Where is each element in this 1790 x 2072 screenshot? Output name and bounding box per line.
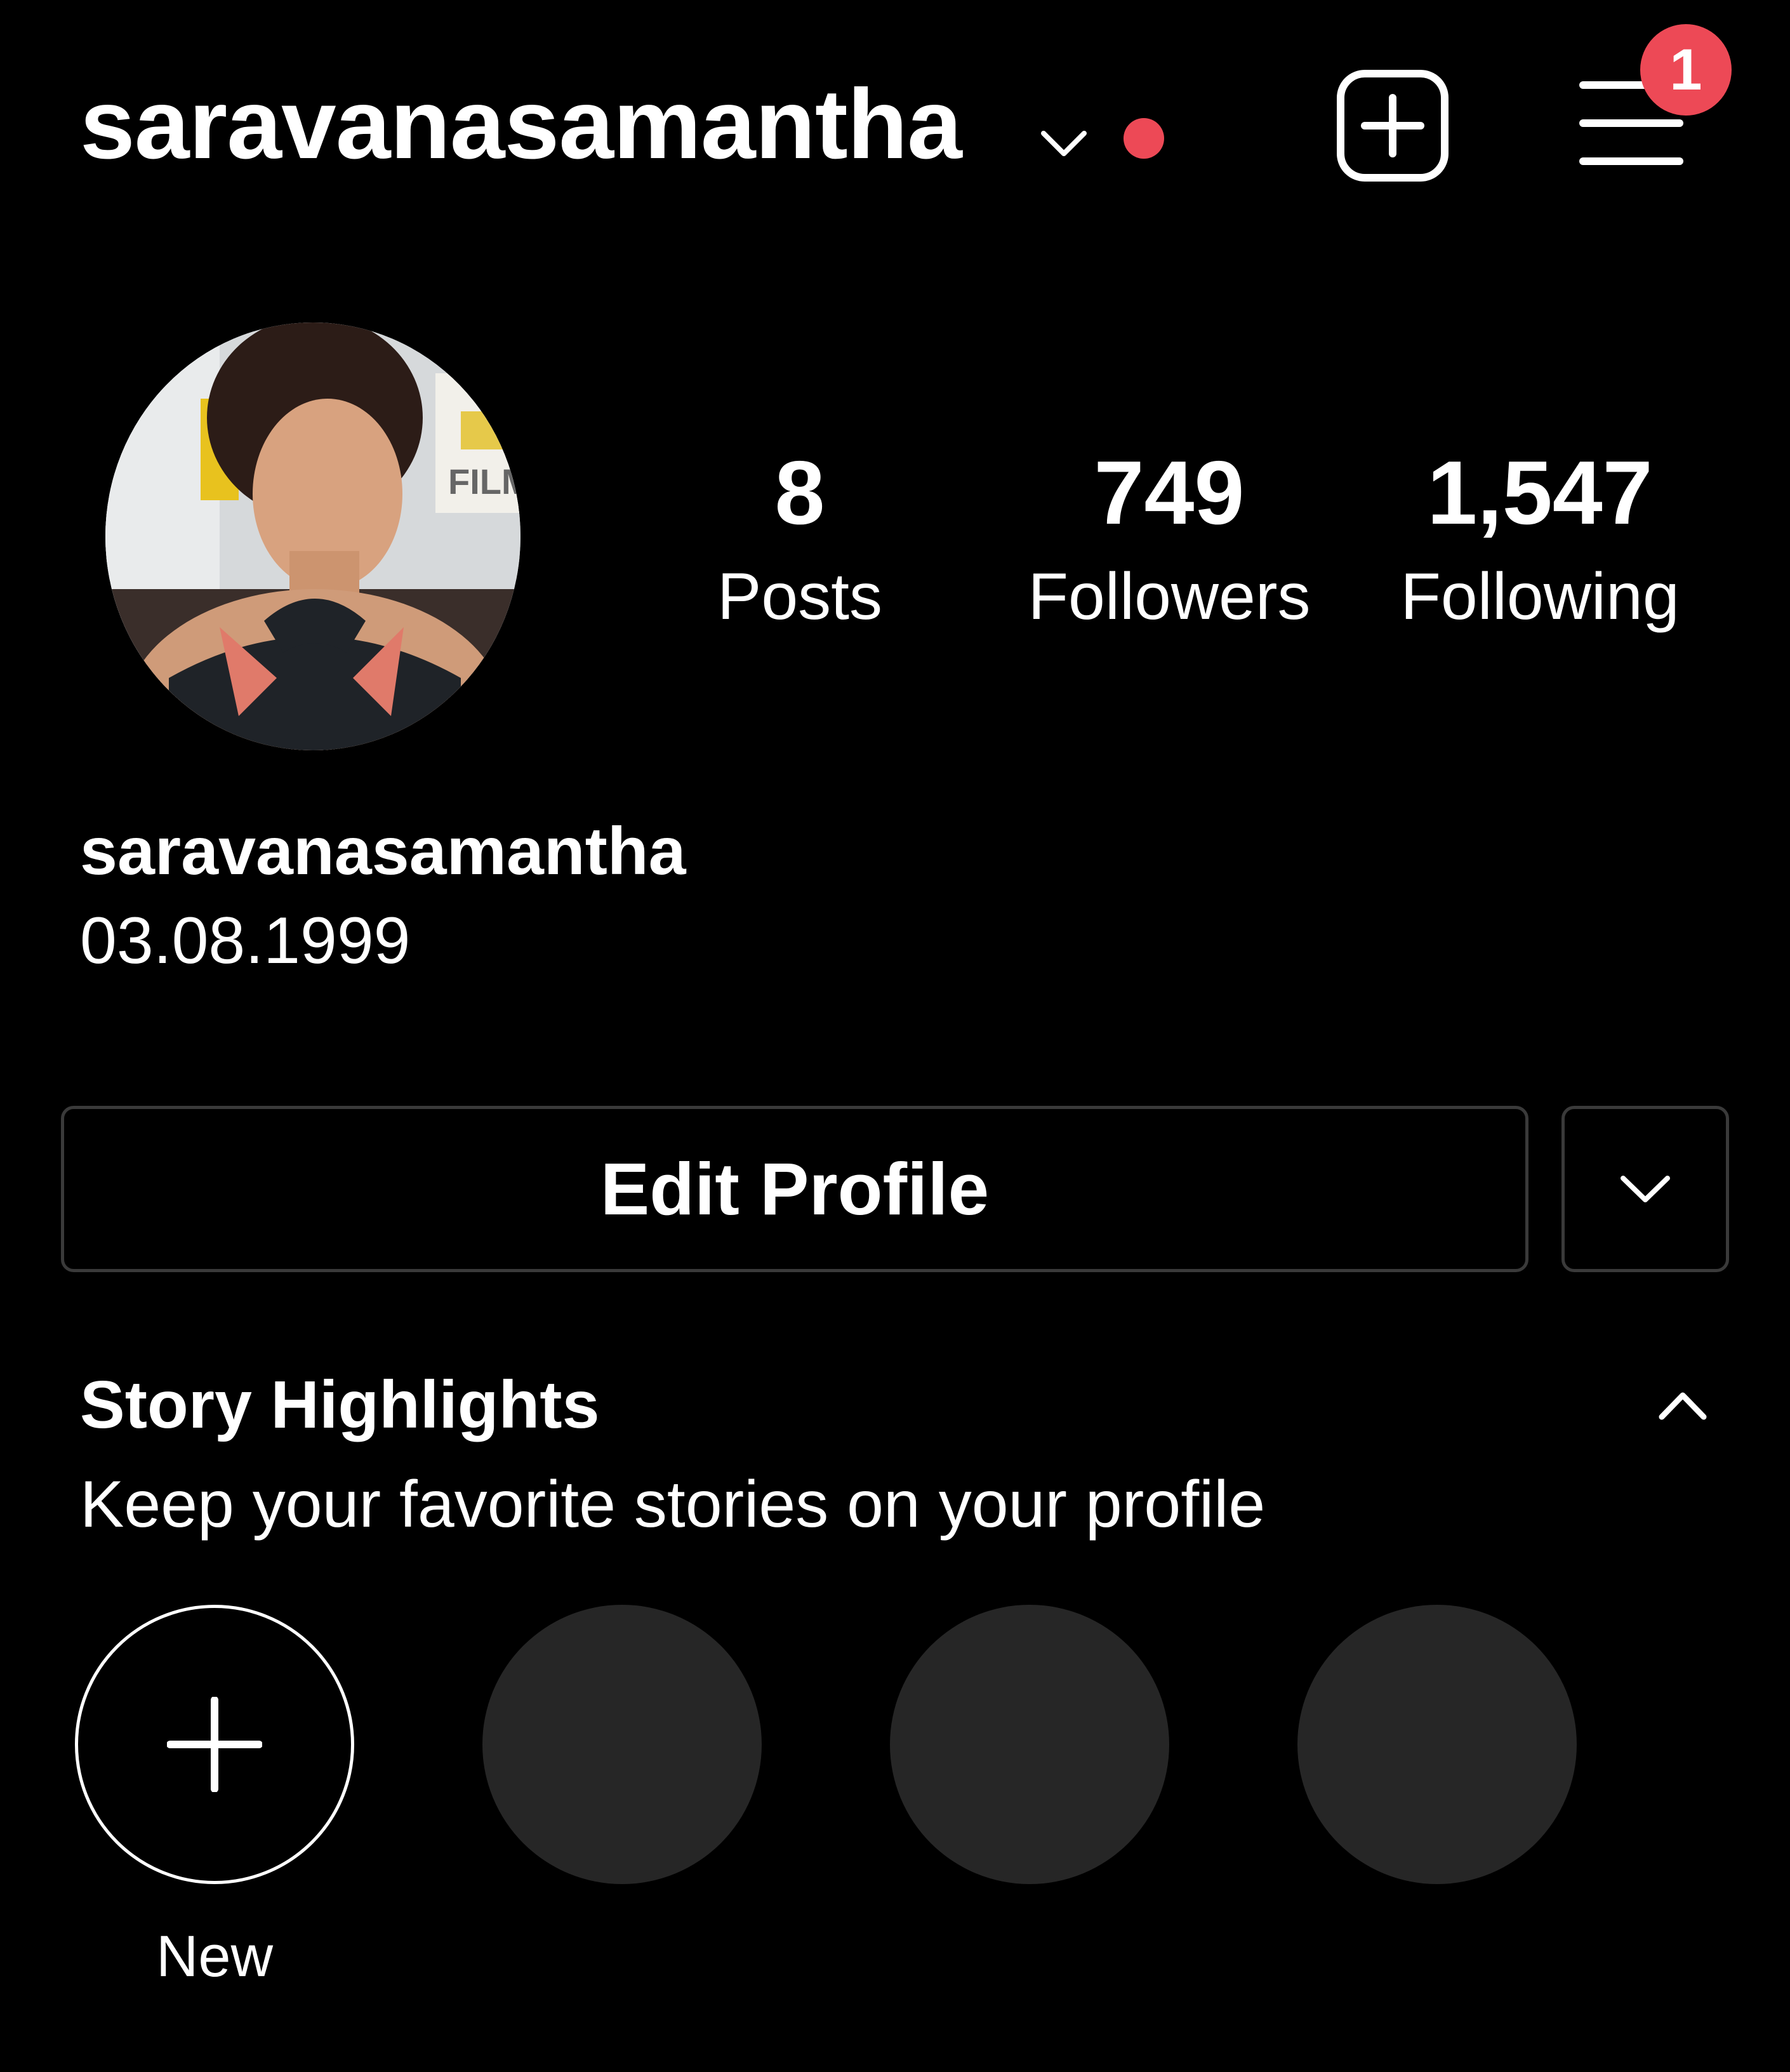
unread-indicator-dot xyxy=(1124,118,1164,159)
highlight-placeholder xyxy=(890,1605,1169,1884)
highlights-title: Story Highlights xyxy=(80,1367,600,1442)
edit-profile-button[interactable]: Edit Profile xyxy=(61,1106,1528,1272)
following-count: 1,547 xyxy=(1427,442,1653,543)
stat-followers[interactable]: 749 Followers xyxy=(1028,448,1311,630)
highlight-placeholder xyxy=(482,1605,762,1884)
posts-count: 8 xyxy=(774,442,825,543)
following-label: Following xyxy=(1400,560,1680,634)
stat-following[interactable]: 1,547 Following xyxy=(1400,448,1679,630)
chevron-down-icon xyxy=(1621,1176,1670,1202)
notification-badge: 1 xyxy=(1640,24,1732,116)
chevron-up-icon[interactable] xyxy=(1654,1378,1711,1435)
highlights-subtitle: Keep your favorite stories on your profi… xyxy=(80,1468,1266,1541)
chevron-down-icon[interactable] xyxy=(1038,117,1089,168)
posts-label: Posts xyxy=(717,560,883,634)
highlight-placeholder xyxy=(1297,1605,1577,1884)
plus-square-icon[interactable] xyxy=(1336,69,1450,183)
account-username[interactable]: saravanasamantha xyxy=(80,75,962,174)
avatar[interactable]: FILM xyxy=(105,322,520,750)
followers-count: 749 xyxy=(1094,442,1245,543)
profile-name: saravanasamantha xyxy=(80,814,686,889)
followers-label: Followers xyxy=(1028,560,1311,634)
svg-text:FILM: FILM xyxy=(448,462,520,501)
plus-icon xyxy=(167,1697,262,1792)
stat-posts[interactable]: 8 Posts xyxy=(717,448,882,630)
profile-photo: FILM xyxy=(105,322,520,750)
new-highlight-button[interactable] xyxy=(75,1605,354,1884)
new-highlight-label: New xyxy=(156,1924,274,1989)
profile-screen: saravanasamantha 1 FILM 8 Posts 749 Foll… xyxy=(0,0,1790,2072)
profile-bio: 03.08.1999 xyxy=(80,904,411,978)
suggested-accounts-button[interactable] xyxy=(1561,1106,1729,1272)
